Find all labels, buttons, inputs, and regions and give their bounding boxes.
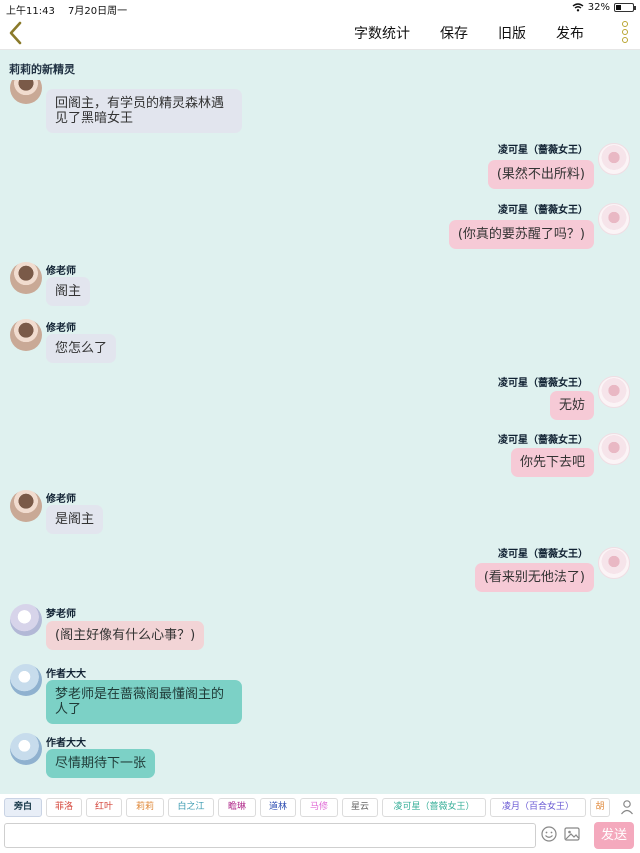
avatar[interactable]: [598, 547, 630, 579]
word-count-button[interactable]: 字数统计: [354, 23, 410, 43]
character-button[interactable]: 菲洛: [46, 798, 82, 817]
character-button[interactable]: 莉莉: [126, 798, 164, 817]
character-button[interactable]: 瞻琳: [218, 798, 256, 817]
avatar[interactable]: [10, 604, 42, 636]
avatar[interactable]: [10, 319, 42, 351]
character-button[interactable]: 凌可星（蔷薇女王）: [382, 798, 486, 817]
message-bubble: (阁主好像有什么心事？): [46, 621, 205, 650]
avatar[interactable]: [598, 433, 630, 465]
more-dot-icon: [622, 37, 628, 43]
message[interactable]: 凌可星（蔷薇女王） 无妨: [0, 373, 640, 428]
avatar[interactable]: [598, 376, 630, 408]
speaker-name: 凌可星（蔷薇女王）: [498, 435, 588, 446]
message[interactable]: 修老师 是阁主: [0, 487, 640, 542]
character-button[interactable]: 白之江: [168, 798, 214, 817]
back-button[interactable]: [4, 18, 28, 48]
message[interactable]: 梦老师 (阁主好像有什么心事？): [0, 602, 640, 659]
message-bubble: 回阁主，有学员的精灵森林遇见了黑暗女王: [46, 89, 242, 133]
send-button[interactable]: 发送: [594, 822, 634, 849]
speaker-name: 修老师: [46, 494, 76, 505]
message[interactable]: 回阁主，有学员的精灵森林遇见了黑暗女王: [0, 80, 640, 134]
speaker-name: 凌可星（蔷薇女王）: [498, 378, 588, 389]
message-bubble: 你先下去吧: [510, 448, 594, 477]
avatar[interactable]: [10, 80, 42, 104]
message[interactable]: 修老师 阁主: [0, 259, 640, 314]
message[interactable]: 凌可星（蔷薇女王） (看来别无他法了): [0, 544, 640, 599]
save-button[interactable]: 保存: [440, 23, 468, 43]
message[interactable]: 修老师 您怎么了: [0, 316, 640, 371]
message[interactable]: 凌可星（蔷薇女王） (你真的要苏醒了吗？): [0, 200, 640, 255]
nav-bar: 字数统计 保存 旧版 发布: [0, 16, 640, 50]
message-bubble: 是阁主: [46, 505, 104, 534]
message-bubble: 梦老师是在蔷薇阁最懂阁主的人了: [46, 680, 242, 724]
battery-icon: [614, 3, 636, 12]
message-bubble: 您怎么了: [46, 334, 117, 363]
message-bubble: 尽情期待下一张: [46, 749, 156, 778]
wifi-icon: [572, 3, 584, 12]
speaker-name: 凌可星（蔷薇女王）: [498, 205, 588, 216]
character-button[interactable]: 星云: [342, 798, 378, 817]
message-bubble: (看来别无他法了): [474, 563, 594, 592]
avatar[interactable]: [10, 664, 42, 696]
speaker-name: 梦老师: [46, 609, 76, 620]
character-button[interactable]: 马修: [300, 798, 338, 817]
character-selector: 旁白 菲洛 红叶 莉莉 白之江 瞻琳 道林 马修 星云 凌可星（蔷薇女王） 凌月…: [0, 794, 640, 820]
image-icon[interactable]: [563, 825, 581, 843]
speaker-name: 作者大大: [46, 738, 86, 749]
emoji-icon[interactable]: [540, 825, 558, 843]
speaker-name: 作者大大: [46, 669, 86, 680]
input-bar: 发送: [0, 820, 640, 853]
old-version-button[interactable]: 旧版: [498, 23, 526, 43]
character-button[interactable]: 旁白: [4, 798, 42, 817]
message-bubble: (果然不出所料): [487, 160, 594, 189]
message[interactable]: 凌可星（蔷薇女王） (果然不出所料): [0, 140, 640, 195]
avatar[interactable]: [10, 262, 42, 294]
speaker-name: 凌可星（蔷薇女王）: [498, 145, 588, 156]
character-button[interactable]: 胡: [590, 798, 610, 817]
chevron-left-icon: [9, 21, 22, 45]
message-bubble: 阁主: [46, 277, 91, 306]
speaker-name: 修老师: [46, 323, 76, 334]
speaker-name: 凌可星（蔷薇女王）: [498, 549, 588, 560]
avatar[interactable]: [598, 143, 630, 175]
more-options-button[interactable]: [620, 20, 630, 46]
publish-button[interactable]: 发布: [556, 23, 584, 43]
more-dot-icon: [622, 29, 628, 35]
message-bubble: 无妨: [549, 391, 594, 420]
character-button[interactable]: 道林: [260, 798, 296, 817]
more-dot-icon: [622, 21, 628, 27]
avatar[interactable]: [10, 490, 42, 522]
battery-percent: 32%: [587, 2, 610, 13]
message[interactable]: 作者大大 尽情期待下一张: [0, 731, 640, 784]
speaker-name: 修老师: [46, 266, 76, 277]
status-bar: 上午11:43 7月20日周一 32%: [0, 0, 640, 17]
message-input[interactable]: [4, 823, 536, 848]
avatar[interactable]: [10, 733, 42, 765]
chat-area[interactable]: 回阁主，有学员的精灵森林遇见了黑暗女王 凌可星（蔷薇女王） (果然不出所料) 凌…: [0, 80, 640, 784]
message-bubble: (你真的要苏醒了吗？): [448, 220, 594, 249]
story-title: 莉莉的新精灵: [9, 63, 75, 76]
avatar[interactable]: [598, 203, 630, 235]
person-icon[interactable]: [620, 799, 634, 815]
message[interactable]: 作者大大 梦老师是在蔷薇阁最懂阁主的人了: [0, 662, 640, 726]
character-button[interactable]: 红叶: [86, 798, 122, 817]
message[interactable]: 凌可星（蔷薇女王） 你先下去吧: [0, 430, 640, 485]
character-button[interactable]: 凌月（百合女王）: [490, 798, 586, 817]
